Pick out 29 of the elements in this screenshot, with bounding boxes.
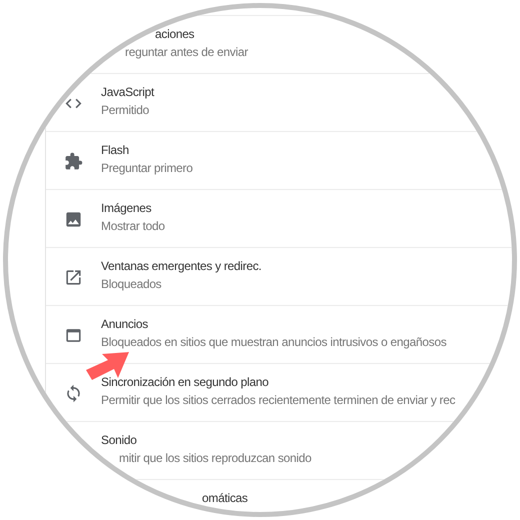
- setting-status: Preguntar primero: [101, 162, 194, 175]
- sync-icon: [64, 384, 83, 403]
- setting-title: Anuncios: [101, 318, 149, 331]
- setting-title: Ventanas emergentes y redirec.: [101, 260, 262, 273]
- setting-status: reguntar antes de enviar: [124, 46, 249, 59]
- setting-title: aciones: [154, 28, 196, 41]
- setting-status: mitir que los sitios reproduzcan sonido: [118, 452, 312, 465]
- puzzle-icon: [64, 152, 83, 171]
- setting-title: omáticas: [201, 492, 249, 505]
- window-icon: [64, 326, 83, 345]
- setting-title: Sonido: [101, 434, 138, 447]
- open-in-new-icon: [64, 268, 83, 287]
- settings-row[interactable]: JavaScript Permitido: [46, 73, 512, 131]
- settings-row[interactable]: Imágenes Mostrar todo: [46, 189, 512, 247]
- settings-row[interactable]: Ventanas emergentes y redirec. Bloqueados: [46, 247, 512, 305]
- settings-row[interactable]: Sonido mitir que los sitios reproduzcan sonido: [46, 421, 512, 479]
- setting-title: Flash: [101, 144, 130, 157]
- setting-status: Mostrar todo: [101, 220, 166, 233]
- image-icon: [64, 210, 83, 229]
- setting-title: Sincronización en segundo plano: [101, 376, 270, 389]
- setting-status: Permitido: [101, 104, 150, 117]
- settings-row[interactable]: omáticas: [46, 479, 512, 512]
- setting-status: Bloqueados: [101, 278, 162, 291]
- settings-row[interactable]: aciones reguntar antes de enviar: [46, 15, 512, 73]
- setting-status: Permitir que los sitios cerrados recientemente terminen de enviar y rec: [101, 394, 456, 407]
- setting-title: JavaScript: [101, 86, 156, 99]
- settings-row[interactable]: Flash Preguntar primero: [46, 131, 512, 189]
- setting-title: Imágenes: [101, 202, 152, 215]
- setting-status: Bloqueados en sitios que muestran anuncios intrusivos o engañosos: [101, 336, 448, 349]
